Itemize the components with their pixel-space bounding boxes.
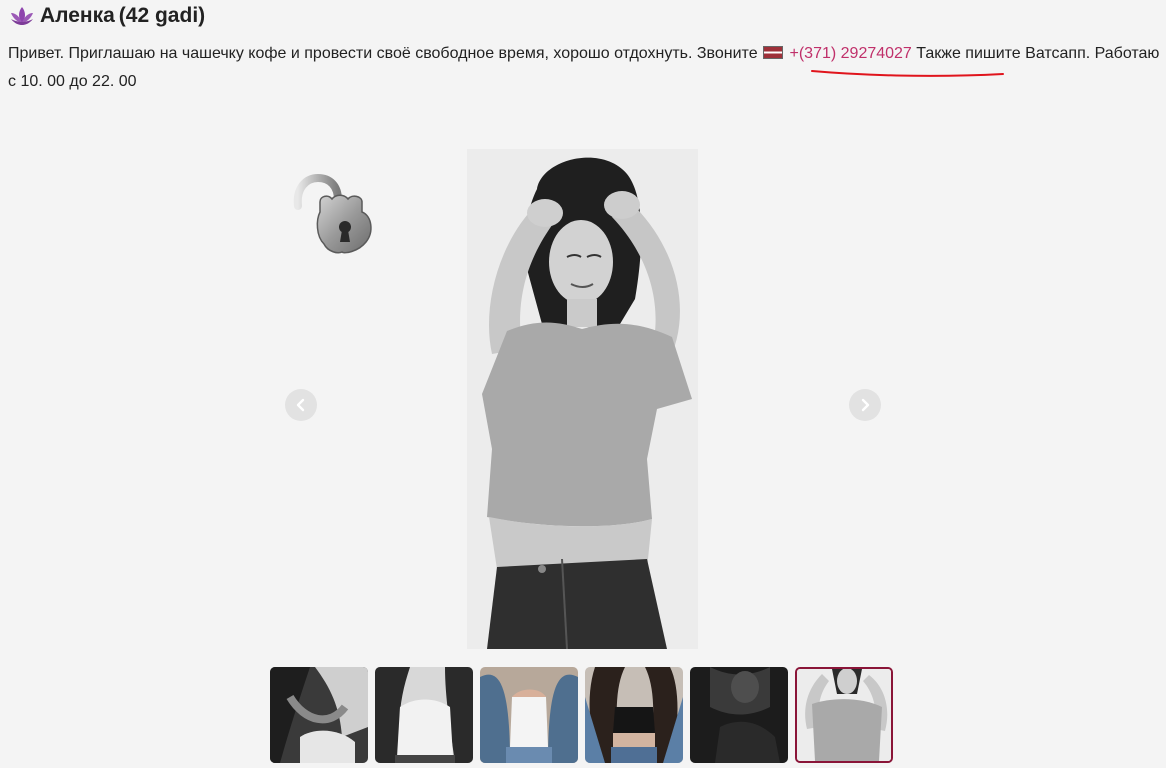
profile-page: Аленка (42 gadi) Привет. Приглашаю на ча… xyxy=(0,0,1166,768)
thumbnail-image xyxy=(690,667,788,763)
profile-name: Аленка xyxy=(40,4,115,27)
thumbnail-1[interactable] xyxy=(270,667,368,763)
thumbnail-image xyxy=(797,669,891,761)
thumbnail-image xyxy=(375,667,473,763)
prev-photo-button[interactable] xyxy=(285,389,317,421)
thumbnail-6[interactable] xyxy=(795,667,893,763)
thumbnail-image xyxy=(585,667,683,763)
next-photo-button[interactable] xyxy=(849,389,881,421)
thumbnail-image xyxy=(270,667,368,763)
unlocked-padlock-icon[interactable] xyxy=(290,172,380,256)
profile-age: (42 gadi) xyxy=(118,4,206,27)
description-text: Привет. Приглашаю на чашечку кофе и пров… xyxy=(8,45,758,62)
thumbnail-3[interactable] xyxy=(480,667,578,763)
phone-link[interactable]: +(371) 29274027 xyxy=(790,45,912,62)
chevron-left-icon xyxy=(296,398,305,412)
thumbnail-4[interactable] xyxy=(585,667,683,763)
photo-illustration xyxy=(467,149,698,649)
thumbnail-5[interactable] xyxy=(690,667,788,763)
main-photo[interactable] xyxy=(467,149,698,649)
chevron-right-icon xyxy=(861,398,870,412)
profile-description: Привет. Приглашаю на чашечку кофе и пров… xyxy=(8,40,1163,96)
thumbnail-image xyxy=(480,667,578,763)
latvia-flag-icon xyxy=(763,46,784,59)
profile-title: Аленка (42 gadi) xyxy=(8,4,205,28)
lotus-icon xyxy=(11,7,33,25)
thumbnail-strip xyxy=(270,667,893,763)
thumbnail-2[interactable] xyxy=(375,667,473,763)
